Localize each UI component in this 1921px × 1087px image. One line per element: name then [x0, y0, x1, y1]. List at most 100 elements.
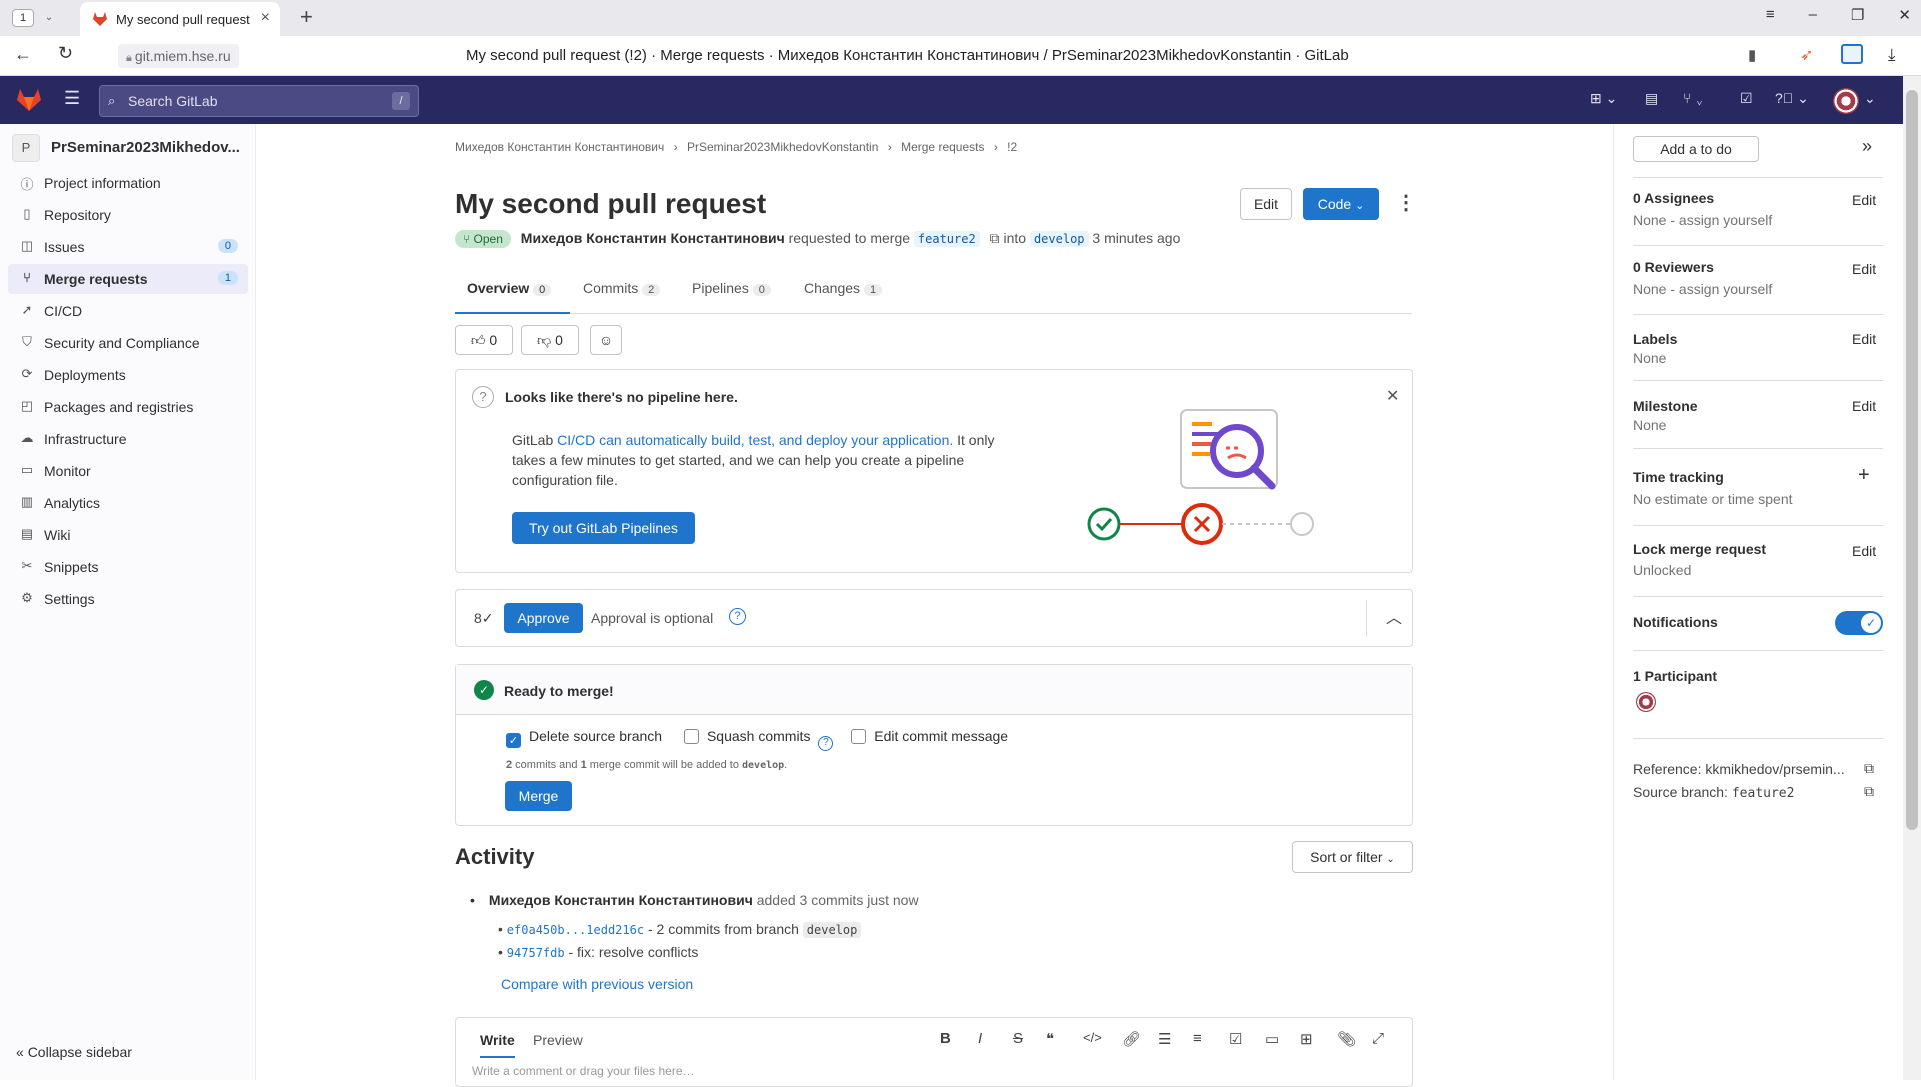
todos-topbar-icon[interactable]: ☑	[1740, 90, 1753, 107]
thumbs-up-button[interactable]: 👍︎ 0	[455, 325, 513, 355]
sidebar-item-infrastructure[interactable]: ☁ Infrastructure	[8, 424, 248, 454]
add-time-icon[interactable]: +	[1858, 464, 1870, 487]
sidebar-item-merge-requests[interactable]: ⑂ Merge requests 1	[8, 264, 248, 294]
breadcrumb-item-mr-id[interactable]: !2	[1007, 140, 1017, 154]
close-icon[interactable]: ✕	[1386, 386, 1399, 406]
search-input[interactable]: ⌕ Search GitLab /	[99, 85, 419, 117]
code-icon[interactable]: </>	[1083, 1030, 1102, 1045]
breadcrumb-item-merge-requests[interactable]: Merge requests	[901, 140, 984, 154]
preview-tab[interactable]: Preview	[533, 1032, 583, 1048]
target-branch[interactable]: develop	[1029, 231, 1089, 247]
copy-source-branch-icon[interactable]: ⧉	[1864, 783, 1874, 800]
task-list-icon[interactable]: ☑	[1229, 1030, 1242, 1048]
squash-commits-checkbox[interactable]: Squash commits	[683, 728, 810, 744]
assignees-edit-button[interactable]: Edit	[1852, 192, 1876, 208]
copy-branch-icon[interactable]: ⧉	[990, 230, 1000, 246]
squash-help-icon[interactable]: ?	[818, 736, 834, 751]
merge-button[interactable]: Merge	[505, 781, 572, 811]
compare-version-link[interactable]: Compare with previous version	[501, 976, 693, 992]
sidebar-item-security-and-compliance[interactable]: ⛉ Security and Compliance	[8, 328, 248, 358]
sidebar-item-settings[interactable]: ⚙ Settings	[8, 584, 248, 614]
comment-textarea[interactable]: Write a comment or drag your files here…	[472, 1064, 695, 1078]
sidebar-item-repository[interactable]: ▯ Repository	[8, 200, 248, 230]
browser-tab[interactable]: My second pull request ×	[80, 2, 280, 36]
add-todo-button[interactable]: Add a to do	[1633, 136, 1759, 162]
sidebar-item-ci-cd[interactable]: ➚ CI/CD	[8, 296, 248, 326]
attach-icon[interactable]: 📎︎	[1337, 1030, 1356, 1048]
approve-button[interactable]: Approve	[504, 603, 583, 633]
bullet-list-icon[interactable]: ☰	[1158, 1030, 1171, 1048]
thumbs-down-button[interactable]: 👎︎ 0	[521, 325, 579, 355]
edit-commit-message-checkbox[interactable]: Edit commit message	[851, 728, 1008, 744]
gitlab-logo-icon[interactable]	[16, 88, 42, 112]
italic-icon[interactable]: I	[978, 1030, 982, 1047]
milestone-edit-button[interactable]: Edit	[1852, 398, 1876, 414]
close-tab-icon[interactable]: ×	[261, 9, 270, 27]
hamburger-menu-icon[interactable]: ☰	[64, 88, 80, 109]
try-pipelines-button[interactable]: Try out GitLab Pipelines	[512, 512, 695, 544]
commit-sha-link[interactable]: ef0a450b...1edd216c	[507, 923, 644, 937]
sidebar-item-wiki[interactable]: ▤ Wiki	[8, 520, 248, 550]
create-new-icon[interactable]: ⊞ ⌄	[1590, 90, 1617, 107]
cicd-link[interactable]: CI/CD can automatically build, test, and…	[557, 432, 953, 448]
sidebar-item-snippets[interactable]: ✂ Snippets	[8, 552, 248, 582]
code-dropdown-button[interactable]: Code ⌄	[1303, 188, 1379, 220]
tab-commits[interactable]: Commits 2	[583, 280, 661, 296]
assignees-value[interactable]: None - assign yourself	[1633, 212, 1772, 228]
issues-topbar-icon[interactable]: ▤	[1645, 90, 1658, 107]
minimize-icon[interactable]: –	[1809, 6, 1817, 24]
tab-counter[interactable]: 1	[12, 9, 34, 27]
scrollbar-thumb[interactable]	[1906, 90, 1918, 830]
download-icon[interactable]: ⤓	[1888, 45, 1896, 65]
sort-filter-dropdown[interactable]: Sort or filter ⌄	[1292, 841, 1413, 873]
chevron-up-icon[interactable]: ︿	[1386, 604, 1402, 628]
chevron-down-icon[interactable]: ⌄	[1864, 90, 1876, 107]
lock-mr-edit-button[interactable]: Edit	[1852, 543, 1876, 559]
breadcrumb-item-project[interactable]: PrSeminar2023MikhedovKonstantin	[687, 140, 878, 154]
tab-overview[interactable]: Overview 0	[455, 280, 570, 314]
project-header[interactable]: P PrSeminar2023Mikhedov...	[10, 132, 250, 164]
reviewers-value[interactable]: None - assign yourself	[1633, 281, 1772, 297]
restore-icon[interactable]: ❐	[1851, 6, 1864, 24]
notifications-toggle[interactable]: ✓	[1835, 611, 1883, 635]
sidebar-item-packages-and-registries[interactable]: ◰ Packages and registries	[8, 392, 248, 422]
tab-pipelines[interactable]: Pipelines 0	[692, 280, 771, 296]
tab-list-dropdown-icon[interactable]: ⌄	[40, 9, 58, 27]
source-branch[interactable]: feature2	[913, 231, 980, 247]
swift-extension-icon[interactable]: ➶	[1800, 45, 1813, 65]
sidebar-item-deployments[interactable]: ⟳ Deployments	[8, 360, 248, 390]
collapsible-icon[interactable]: ▭	[1265, 1030, 1279, 1048]
tab-changes[interactable]: Changes 1	[804, 280, 883, 296]
new-tab-icon[interactable]: +	[300, 4, 313, 30]
breadcrumb-item-owner[interactable]: Михедов Константин Константинович	[455, 140, 664, 154]
sidebar-item-project-information[interactable]: ⓘ Project information	[8, 168, 248, 198]
bold-icon[interactable]: B	[940, 1030, 951, 1047]
bookmark-icon[interactable]: ▮	[1748, 46, 1756, 64]
more-actions-icon[interactable]: ⋮	[1396, 190, 1416, 215]
sidebar-item-analytics[interactable]: ▥ Analytics	[8, 488, 248, 518]
user-avatar[interactable]	[1833, 88, 1859, 114]
close-window-icon[interactable]: ✕	[1898, 6, 1911, 24]
back-icon[interactable]: ←	[14, 44, 32, 65]
help-icon[interactable]: ?	[729, 608, 746, 625]
write-tab[interactable]: Write	[480, 1032, 515, 1058]
fullscreen-icon[interactable]: ⤢	[1372, 1030, 1384, 1047]
collapse-sidebar-button[interactable]: « Collapse sidebar	[16, 1044, 132, 1060]
reviewers-edit-button[interactable]: Edit	[1852, 261, 1876, 277]
reload-icon[interactable]: ↻	[58, 43, 73, 64]
labels-edit-button[interactable]: Edit	[1852, 331, 1876, 347]
delete-source-branch-checkbox[interactable]: ✓ Delete source branch	[506, 728, 662, 748]
copy-reference-icon[interactable]: ⧉	[1864, 760, 1874, 777]
mr-author[interactable]: Михедов Константин Константинович	[521, 230, 785, 246]
quote-icon[interactable]: ❝	[1046, 1030, 1054, 1048]
add-reaction-button[interactable]: ☺	[590, 325, 622, 355]
menu-icon[interactable]: ≡	[1766, 6, 1775, 24]
sidebar-item-issues[interactable]: ◫ Issues 0	[8, 232, 248, 262]
address-url[interactable]: 🔒︎ git.miem.hse.ru	[118, 44, 239, 68]
numbered-list-icon[interactable]: ≡	[1193, 1030, 1202, 1047]
help-topbar-icon[interactable]: ?⃝ ⌄	[1775, 90, 1809, 107]
extension-icon[interactable]	[1841, 44, 1863, 64]
table-icon[interactable]: ⊞	[1300, 1030, 1313, 1048]
sidebar-item-monitor[interactable]: ▭ Monitor	[8, 456, 248, 486]
activity-author[interactable]: Михедов Константин Константинович	[489, 892, 753, 908]
